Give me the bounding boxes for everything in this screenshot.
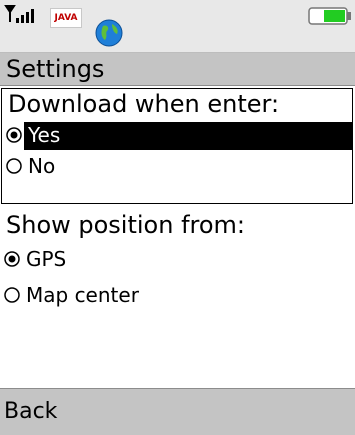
- download-group: Download when enter: Yes No: [1, 88, 353, 204]
- option-label: No: [28, 154, 56, 178]
- option-label: Yes: [28, 123, 61, 147]
- status-bar: JAVA: [0, 0, 355, 53]
- radio-option-map-center[interactable]: Map center: [4, 280, 344, 310]
- radio-unselected-icon: [6, 158, 22, 174]
- focus-highlight: [24, 122, 352, 150]
- java-badge: JAVA: [50, 8, 82, 28]
- softkey-bar: Back: [0, 388, 355, 435]
- back-softkey[interactable]: Back: [4, 398, 57, 426]
- title-bar: Settings: [0, 53, 355, 86]
- radio-unselected-icon: [4, 287, 20, 303]
- option-label: Map center: [26, 283, 139, 307]
- signal-icon: [4, 5, 34, 23]
- battery-icon: [308, 7, 351, 25]
- settings-form: Download when enter: Yes No Show positio…: [0, 86, 355, 386]
- option-label: GPS: [26, 247, 67, 271]
- radio-option-yes[interactable]: Yes: [6, 120, 354, 150]
- radio-option-gps[interactable]: GPS: [4, 244, 344, 274]
- globe-icon: [95, 19, 123, 47]
- radio-selected-icon: [6, 127, 22, 143]
- position-heading: Show position from:: [6, 211, 246, 239]
- download-heading: Download when enter:: [8, 90, 280, 118]
- radio-selected-icon: [4, 251, 20, 267]
- page-title: Settings: [6, 55, 105, 83]
- radio-option-no[interactable]: No: [6, 151, 346, 181]
